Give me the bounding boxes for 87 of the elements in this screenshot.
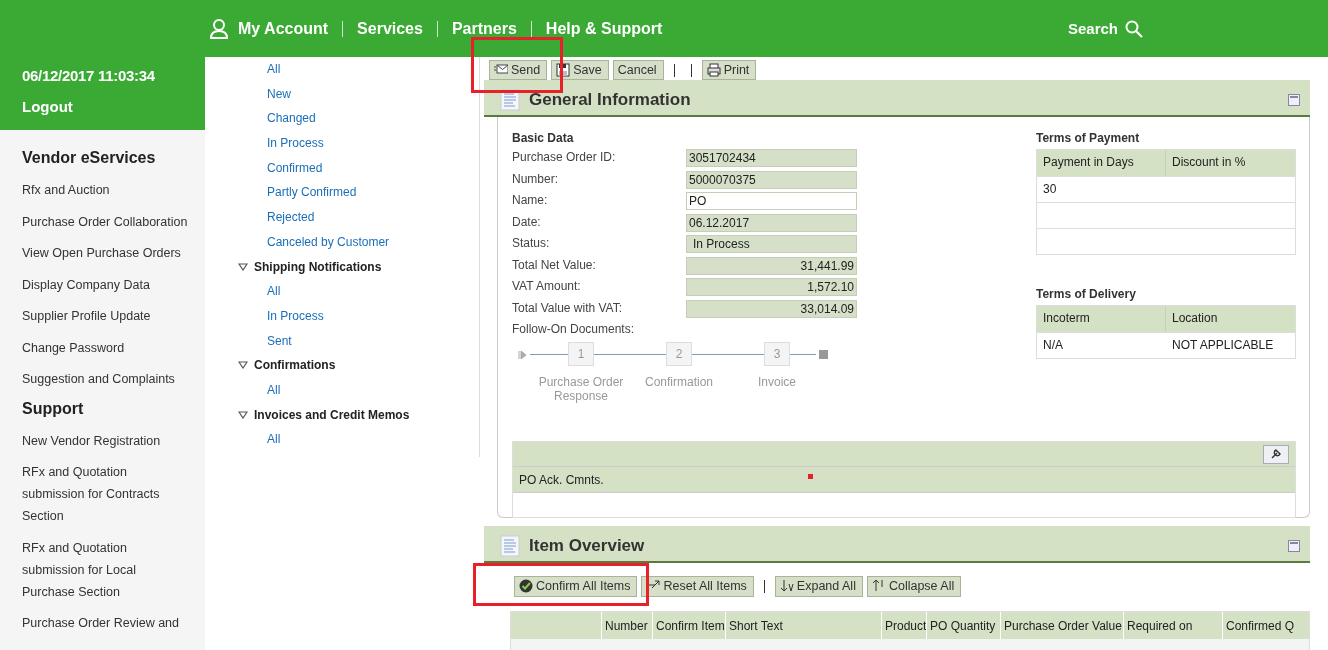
table-cell-text: N/A [1042,337,1064,354]
field-value: 3051702434 [686,149,857,167]
toolbar-button[interactable]: Expand All [774,575,863,597]
printer-icon [706,63,721,77]
field-value: 33,014.09 [686,299,857,318]
column-header: Incoterm [1037,306,1166,332]
tree-link[interactable]: Confirmed [267,160,323,175]
sidebar-link[interactable]: Purchase Order Collaboration [22,210,190,233]
tree-link[interactable]: All [267,284,281,299]
end-icon [819,349,828,359]
sidebar-link[interactable]: RFx and Quotation submission for Contracts Section [22,461,190,527]
toolbar-button[interactable]: Save [551,60,609,80]
tree-link[interactable]: All [267,62,281,76]
session-datetime: 06/12/2017 11:03:34 [22,67,156,84]
tree-group-title[interactable]: Confirmations [254,358,336,373]
step-number: 2 [666,341,692,366]
field-label: Date: [512,213,542,231]
sidebar-link[interactable]: Supplier Profile Update [22,305,190,327]
toolbar-button[interactable]: Confirm All Items [514,575,638,597]
tree-link[interactable]: Changed [267,111,316,126]
field-value: 1,572.10 [686,278,857,296]
wrench-icon [1270,448,1282,460]
column-header: Payment in Days [1037,150,1166,176]
section-heading: Vendor eServices [22,149,157,167]
field-label: Follow-On Documents: [512,321,636,336]
tree-link[interactable]: New [267,86,291,101]
section-heading: Support [22,399,85,418]
input-field[interactable]: PO [686,192,857,210]
tree-group-title[interactable]: Shipping Notifications [254,259,382,274]
sidebar-link[interactable]: Change Password [22,336,190,359]
document-icon [500,535,520,557]
step-label: Purchase Order Response [537,374,625,403]
field-value: 31,441.99 [686,256,857,275]
subsection-title: Basic Data [512,131,575,145]
tree-link[interactable]: All [267,432,281,447]
sidebar-link[interactable]: View Open Purchase Orders [22,242,190,264]
tree-link[interactable]: Canceled by Customer [267,234,390,249]
search-icon [1125,19,1143,38]
check-circle-icon [519,579,533,593]
tree-link[interactable]: Sent [267,333,292,348]
toolbar-button[interactable]: Reset All Items [641,575,754,597]
section-title: General Information [529,90,691,110]
comments-label: PO Ack. Cmnts. [513,467,1295,492]
step-number: 3 [764,341,790,366]
tree-link[interactable]: Partly Confirmed [267,185,357,200]
tree-link[interactable]: Rejected [267,210,315,225]
user-icon [210,18,228,39]
envelope-icon [494,63,508,77]
tree-link[interactable]: In Process [267,136,324,151]
section-title: Item Overview [529,536,645,556]
toolbar-button[interactable]: Send [489,60,548,80]
field-label: Total Net Value: [512,256,597,274]
subsection-title: Terms of Delivery [1036,287,1137,301]
field-label: Name: [512,192,549,209]
step-number: 1 [568,341,594,366]
tree-link[interactable]: In Process [267,308,324,323]
down-arrow-icon [779,579,794,593]
toolbar-button[interactable]: Cancel [612,60,664,80]
field-label: Status: [512,235,551,252]
wrench-button[interactable] [1263,444,1289,464]
table-cell-text: NOT APPLICABLE [1171,337,1275,354]
toolbar-button[interactable]: Print [701,60,757,80]
minimize-icon[interactable] [1288,94,1300,106]
field-label: Number: [512,170,559,188]
sidebar-link[interactable]: Rfx and Auction [22,179,190,201]
step-label: Invoice [757,374,797,389]
subsection-title: Terms of Payment [1036,131,1141,145]
up-arrow-icon [871,579,886,593]
sidebar-link[interactable]: Display Company Data [22,273,190,296]
field-label: Purchase Order ID: [512,149,617,166]
column-header: Discount in % [1171,154,1247,171]
field-value: 5000070375 [686,170,857,189]
sidebar-link[interactable]: Purchase Order Review and [22,612,190,634]
tree-group-title[interactable]: Invoices and Credit Memos [254,407,410,422]
field-value: 06.12.2017 [686,213,857,232]
sidebar-link[interactable]: New Vendor Registration [22,429,190,452]
column-header: Location [1171,310,1219,327]
field-value: In Process [686,235,857,253]
sidebar-link[interactable]: Suggestion and Complaints [22,368,190,390]
minimize-icon[interactable] [1288,540,1300,552]
field-label: VAT Amount: [512,278,582,295]
table-cell-text: 30 [1042,181,1058,198]
sidebar-link[interactable]: RFx and Quotation submission for Local Purchase Section [22,536,190,603]
field-label: Total Value with VAT: [512,299,624,317]
toolbar-button[interactable]: Collapse All [866,575,962,597]
step-label: Confirmation [644,374,714,389]
tree-link[interactable]: All [267,382,281,397]
